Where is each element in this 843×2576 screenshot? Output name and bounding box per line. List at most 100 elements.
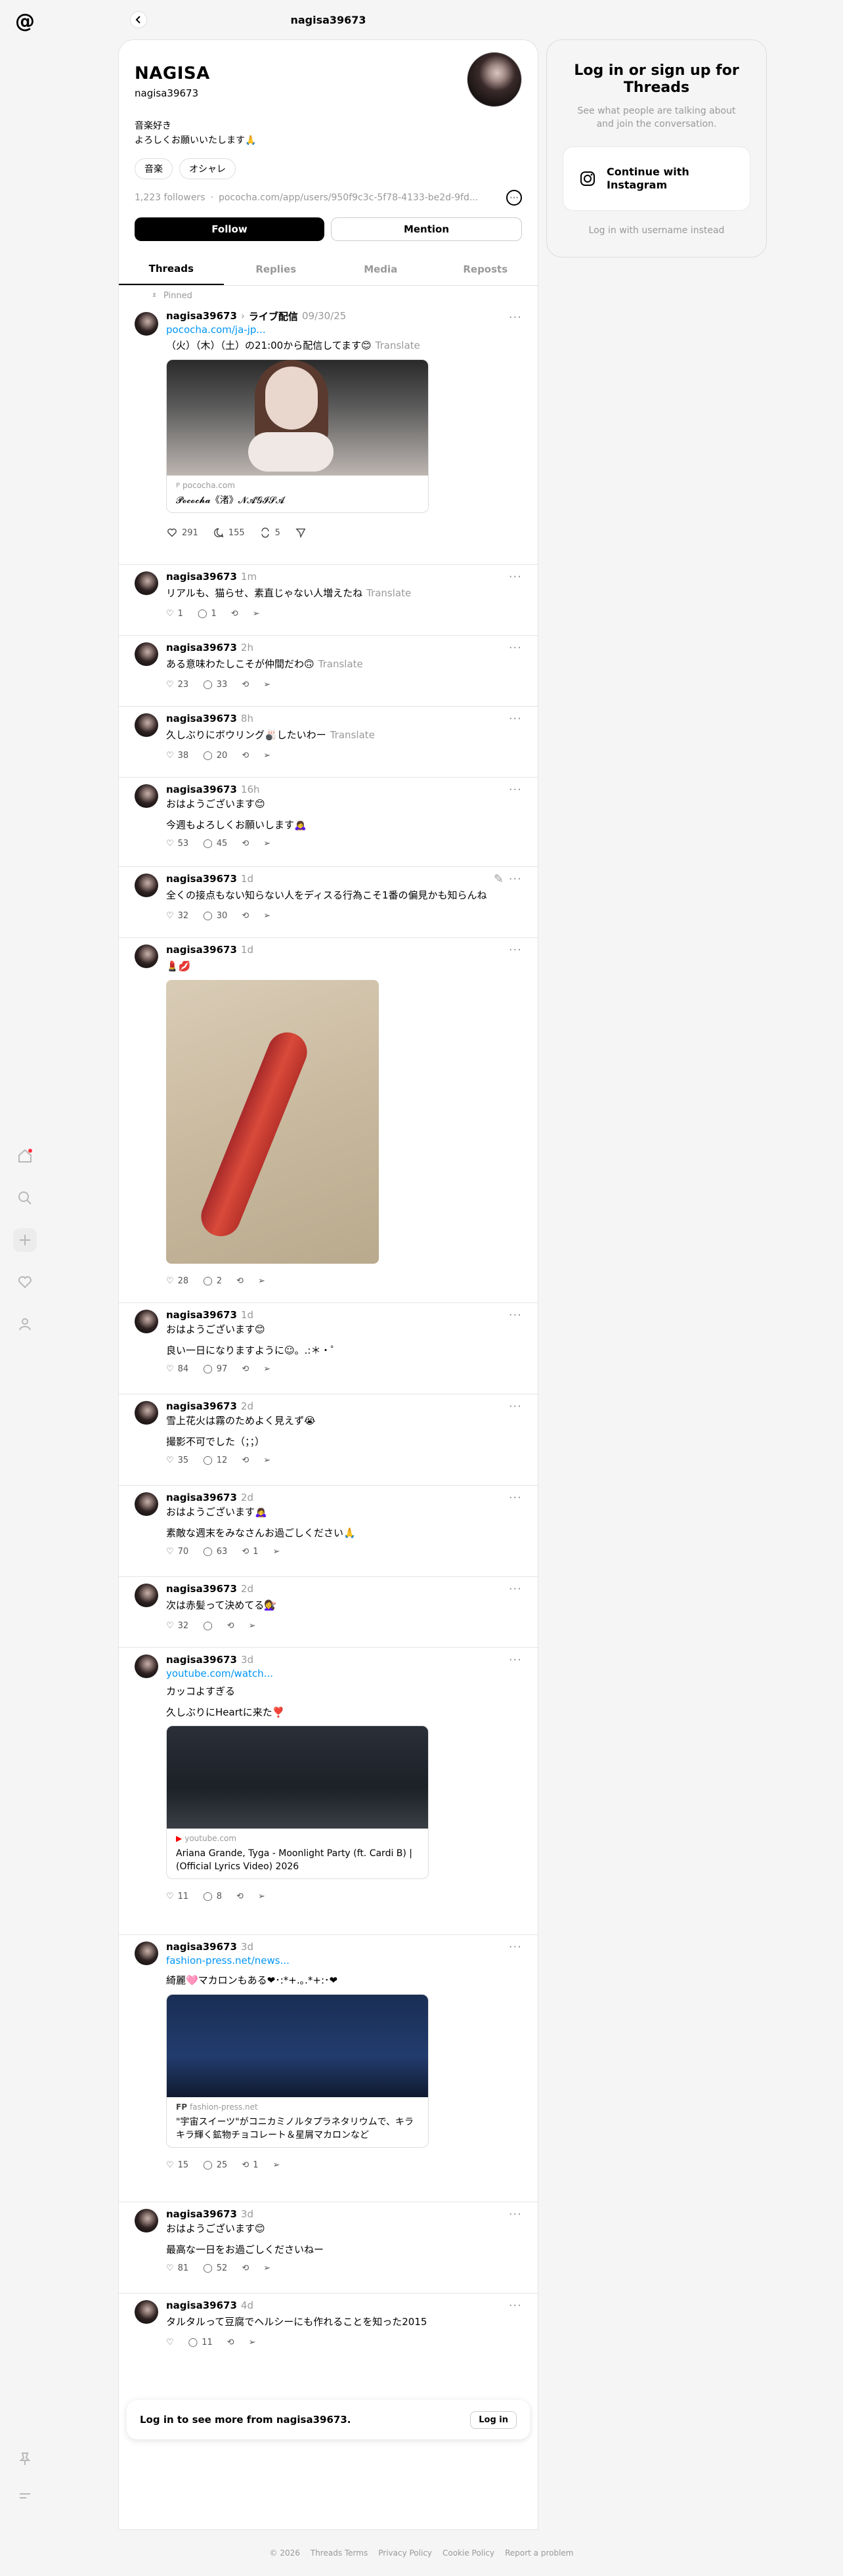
post-link[interactable]: youtube.com/watch... xyxy=(166,1668,522,1679)
share-button[interactable]: ➢ xyxy=(263,911,270,921)
post-avatar[interactable] xyxy=(135,312,158,336)
login-button[interactable]: Log in xyxy=(470,2410,517,2429)
repost-button[interactable]: ⟲ xyxy=(242,751,249,761)
post-topic-tag[interactable]: ライブ配信 xyxy=(249,309,298,323)
like-button[interactable]: ♡ xyxy=(166,2338,174,2347)
share-button[interactable]: ➢ xyxy=(263,2263,270,2273)
reply-button[interactable]: ◯ 63 xyxy=(203,1547,227,1557)
post-avatar[interactable] xyxy=(135,944,158,968)
repost-button[interactable]: ⟲ 1 xyxy=(242,1547,258,1557)
profile-icon[interactable] xyxy=(13,1312,37,1336)
search-icon[interactable] xyxy=(13,1186,37,1210)
thread-post[interactable]: Pinned ··· nagisa39673 › ライブ配信 09/30/25 … xyxy=(119,286,538,565)
reply-button[interactable]: ◯ 97 xyxy=(203,1364,227,1374)
post-username[interactable]: nagisa39673 xyxy=(166,713,237,724)
footer-privacy-link[interactable]: Privacy Policy xyxy=(378,2548,432,2558)
reply-button[interactable]: ◯ 12 xyxy=(203,1455,227,1465)
heart-icon[interactable] xyxy=(13,1270,37,1294)
follow-button[interactable]: Follow xyxy=(135,217,324,241)
post-link[interactable]: pococha.com/ja-jp... xyxy=(166,324,522,336)
post-username[interactable]: nagisa39673 xyxy=(166,1583,237,1595)
reply-button[interactable]: ◯ 25 xyxy=(203,2160,227,2170)
link-preview-card[interactable]: Ppococha.com 𝓟𝓸𝓬𝓸𝓬𝓱𝓪《渚》𝓝𝓐𝓖𝓘𝓢𝓐 xyxy=(166,359,429,513)
repost-button[interactable]: ⟲ 1 xyxy=(242,2160,258,2170)
repost-button[interactable]: ⟲ xyxy=(236,1276,244,1286)
pin-icon[interactable] xyxy=(13,2447,37,2471)
profile-link[interactable]: pococha.com/app/users/950f9c3c-5f78-4133… xyxy=(219,192,493,203)
thread-post[interactable]: ··· nagisa39673 1m リアルも、猫らせ、素直じゃない人増えたね Tr… xyxy=(119,565,538,636)
repost-button[interactable]: ⟲ xyxy=(242,911,249,921)
post-username[interactable]: nagisa39673 xyxy=(166,2208,237,2220)
post-username[interactable]: nagisa39673 xyxy=(166,1309,237,1321)
like-button[interactable]: ♡ 1 xyxy=(166,609,183,619)
share-button[interactable] xyxy=(295,527,307,539)
share-button[interactable]: ➢ xyxy=(258,1276,265,1286)
thread-post[interactable]: ··· nagisa39673 2d 次は赤髪って決めてる💇‍♀️ ♡ 32 ◯ ⟲… xyxy=(119,1577,538,1648)
thread-post[interactable]: ··· nagisa39673 1d 💄💋 ♡ 28 ◯ 2 ⟲ ➢ xyxy=(119,938,538,1303)
post-avatar[interactable] xyxy=(135,1584,158,1607)
post-avatar[interactable] xyxy=(135,571,158,595)
like-button[interactable]: ♡ 11 xyxy=(166,1892,188,1901)
like-button[interactable]: ♡ 32 xyxy=(166,1621,188,1631)
post-avatar[interactable] xyxy=(135,1492,158,1516)
post-avatar[interactable] xyxy=(135,784,158,808)
thread-post[interactable]: ··· nagisa39673 3d fashion-press.net/news… xyxy=(119,1935,538,2202)
thread-post[interactable]: ··· nagisa39673 1d おはようございます😊 良い一日になりますよう… xyxy=(119,1303,538,1394)
reply-button[interactable]: ◯ 30 xyxy=(203,911,227,921)
footer-terms-link[interactable]: Threads Terms xyxy=(311,2548,368,2558)
thread-post[interactable]: ··· nagisa39673 2h ある意味わたしこそが仲間だわ🙃 Transla… xyxy=(119,636,538,707)
repost-button[interactable]: ⟲ xyxy=(227,2338,234,2347)
thread-post[interactable]: ··· nagisa39673 2d おはようございます🙇‍♀️ 素敵な週末をみな… xyxy=(119,1486,538,1577)
post-avatar[interactable] xyxy=(135,1654,158,1678)
thread-post[interactable]: ··· nagisa39673 16h おはようございます😊 今週もよろしくお願い… xyxy=(119,778,538,867)
login-username-link[interactable]: Log in with username instead xyxy=(547,225,766,236)
thread-post[interactable]: ··· nagisa39673 3d おはようございます😊 最高な一日をお過ごしく… xyxy=(119,2202,538,2294)
like-button[interactable]: ♡ 15 xyxy=(166,2160,188,2170)
share-button[interactable]: ➢ xyxy=(249,2338,256,2347)
post-avatar[interactable] xyxy=(135,2300,158,2324)
post-username[interactable]: nagisa39673 xyxy=(166,1654,237,1666)
reply-button[interactable]: ◯ 52 xyxy=(203,2263,227,2273)
reply-button[interactable]: ◯ 8 xyxy=(203,1892,222,1901)
reply-button[interactable]: ◯ 20 xyxy=(203,751,227,761)
post-username[interactable]: nagisa39673 xyxy=(166,2299,237,2311)
interest-tag[interactable]: 音楽 xyxy=(135,158,173,179)
post-username[interactable]: nagisa39673 xyxy=(166,1941,237,1953)
share-button[interactable]: ➢ xyxy=(263,680,270,690)
like-button[interactable]: ♡ 23 xyxy=(166,680,188,690)
post-avatar[interactable] xyxy=(135,2209,158,2232)
like-button[interactable]: ♡ 70 xyxy=(166,1547,188,1557)
reply-button[interactable]: ◯ xyxy=(203,1621,213,1631)
tab-threads[interactable]: Threads xyxy=(119,253,224,285)
post-link[interactable]: fashion-press.net/news... xyxy=(166,1955,522,1966)
home-icon[interactable] xyxy=(13,1144,37,1168)
more-options-icon[interactable]: ··· xyxy=(506,190,522,206)
reply-button[interactable]: ◯ 45 xyxy=(203,839,227,849)
link-preview-card[interactable]: ▶ youtube.com Ariana Grande, Tyga - Moonl… xyxy=(166,1725,429,1879)
post-avatar[interactable] xyxy=(135,642,158,666)
post-username[interactable]: nagisa39673 xyxy=(166,310,237,322)
footer-report-link[interactable]: Report a problem xyxy=(505,2548,573,2558)
like-button[interactable]: ♡ 35 xyxy=(166,1455,188,1465)
mention-button[interactable]: Mention xyxy=(331,217,522,241)
thread-post[interactable]: ··· nagisa39673 8h 久しぶりにボウリング🎳したいわー Transl… xyxy=(119,707,538,778)
translate-link[interactable]: Translate xyxy=(376,340,420,351)
threads-logo-icon[interactable]: @ xyxy=(12,8,38,34)
post-username[interactable]: nagisa39673 xyxy=(166,784,237,795)
share-button[interactable]: ➢ xyxy=(263,1455,270,1465)
like-button[interactable]: ♡ 53 xyxy=(166,839,188,849)
reply-button[interactable]: 155 xyxy=(213,527,245,539)
share-button[interactable]: ➢ xyxy=(273,1547,280,1557)
post-username[interactable]: nagisa39673 xyxy=(166,1400,237,1412)
repost-button[interactable]: ⟲ xyxy=(242,1455,249,1465)
create-icon[interactable] xyxy=(13,1228,37,1252)
thread-post[interactable]: ··· nagisa39673 4d タルタルって豆腐でヘルシーにも作れることを知… xyxy=(119,2294,538,2365)
thread-post[interactable]: ✎ ··· nagisa39673 1d 全くの接点もない知らない人をディスる行為… xyxy=(119,867,538,938)
repost-button[interactable]: ⟲ xyxy=(242,839,249,849)
post-username[interactable]: nagisa39673 xyxy=(166,944,237,956)
continue-with-instagram-button[interactable]: Continue with Instagram xyxy=(563,146,750,211)
post-avatar[interactable] xyxy=(135,874,158,897)
interest-tag[interactable]: オシャレ xyxy=(179,158,236,179)
repost-button[interactable]: ⟲ xyxy=(242,2263,249,2273)
like-button[interactable]: 291 xyxy=(166,527,198,539)
